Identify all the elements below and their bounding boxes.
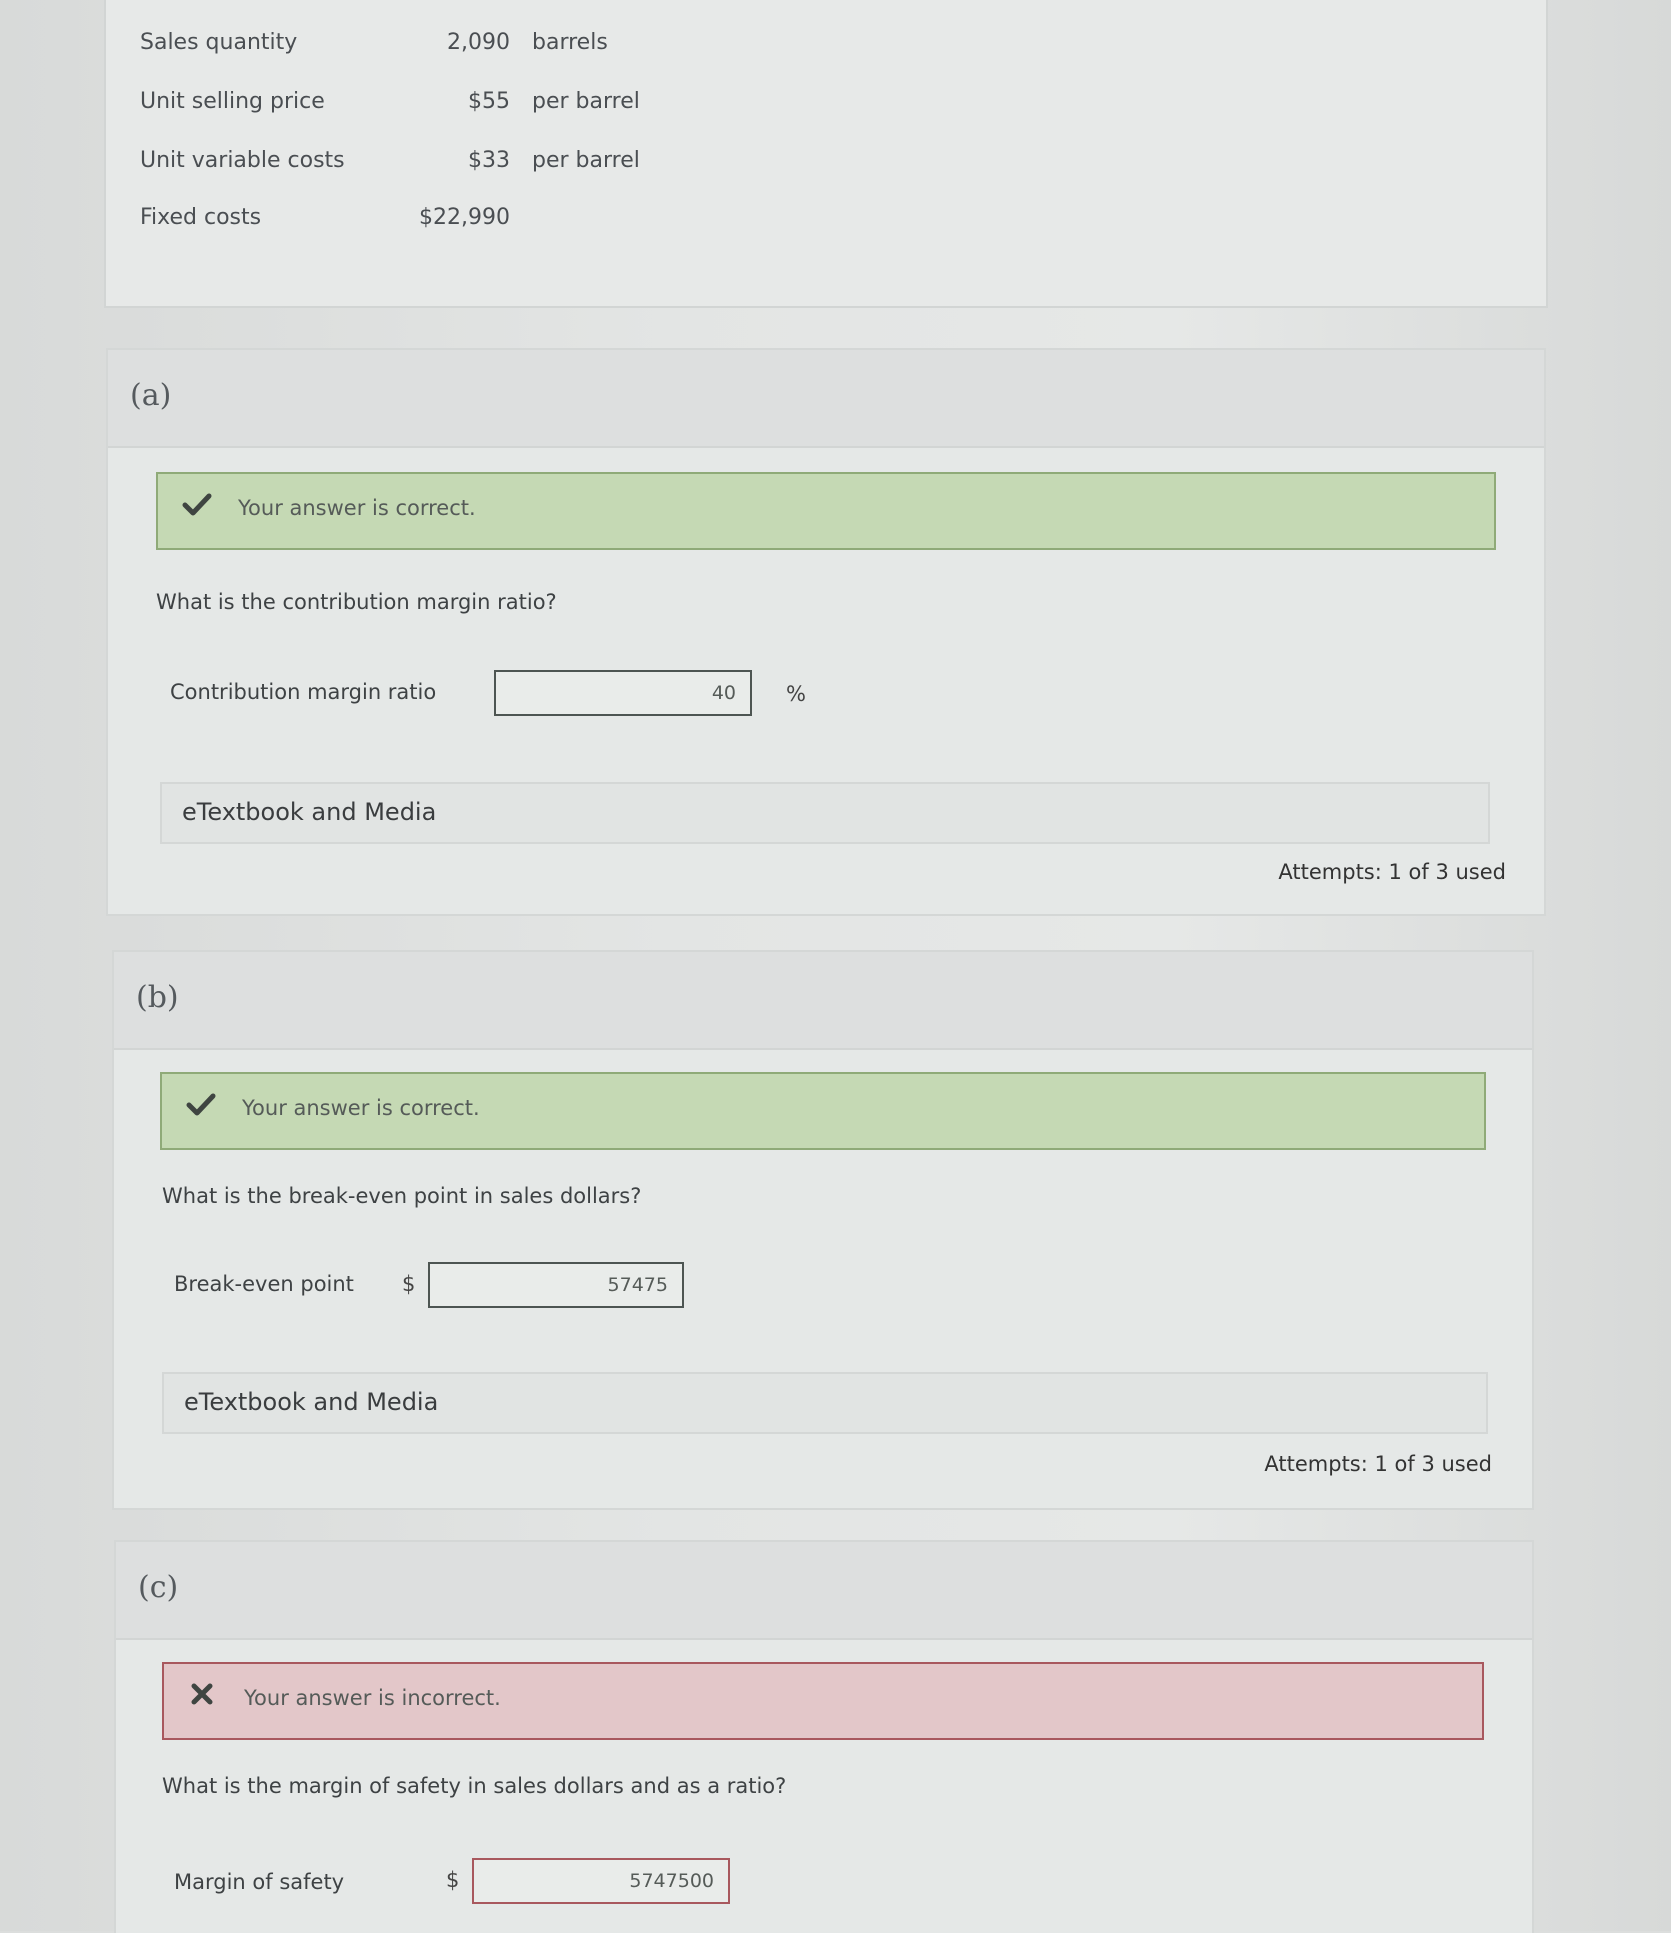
given-value: $33 (468, 148, 510, 173)
given-unit: per barrel (532, 89, 640, 114)
part-a-panel: (a) Your answer is correct. What is the … (106, 348, 1546, 916)
part-b-panel: (b) Your answer is correct. What is the … (112, 950, 1534, 1510)
currency-symbol: $ (446, 1868, 460, 1892)
field-label: Break-even point (174, 1272, 354, 1296)
given-value: $22,990 (419, 205, 510, 230)
field-label: Margin of safety (174, 1870, 345, 1894)
part-b-header: (b) (114, 952, 1532, 1050)
attempts-counter: Attempts: 1 of 3 used (1264, 1452, 1492, 1476)
part-a-header: (a) (108, 350, 1544, 448)
given-label: Fixed costs (140, 205, 262, 230)
field-label: Contribution margin ratio (170, 680, 437, 704)
incorrect-banner: Your answer is incorrect. (162, 1662, 1484, 1740)
etextbook-media-link[interactable]: eTextbook and Media (160, 782, 1490, 844)
banner-text: Your answer is correct. (238, 496, 476, 520)
attempts-counter: Attempts: 1 of 3 used (1278, 860, 1506, 884)
part-c-header: (c) (116, 1542, 1532, 1640)
check-icon (186, 1090, 216, 1120)
etextbook-media-link[interactable]: eTextbook and Media (162, 1372, 1488, 1434)
part-letter: (c) (138, 1570, 179, 1605)
part-c-panel: (c) Your answer is incorrect. What is th… (114, 1540, 1534, 1933)
given-value: $55 (468, 89, 510, 114)
currency-symbol: $ (402, 1272, 416, 1296)
given-value: 2,090 (447, 30, 510, 55)
margin-of-safety-input[interactable]: 5747500 (472, 1858, 730, 1904)
part-letter: (b) (136, 980, 179, 1015)
check-icon (182, 490, 212, 520)
question-text: What is the margin of safety in sales do… (162, 1774, 787, 1798)
x-icon (188, 1680, 218, 1710)
correct-banner: Your answer is correct. (156, 472, 1496, 550)
given-label: Unit selling price (140, 89, 325, 114)
contribution-margin-ratio-input[interactable]: 40 (494, 670, 752, 716)
correct-banner: Your answer is correct. (160, 1072, 1486, 1150)
break-even-point-input[interactable]: 57475 (428, 1262, 684, 1308)
question-text: What is the contribution margin ratio? (156, 590, 557, 614)
part-letter: (a) (130, 378, 172, 413)
given-unit: barrels (532, 30, 608, 55)
question-text: What is the break-even point in sales do… (162, 1184, 642, 1208)
given-data-panel: Sales quantity 2,090 barrels Unit sellin… (104, 0, 1548, 308)
percent-suffix: % (786, 682, 806, 706)
given-label: Unit variable costs (140, 148, 345, 173)
banner-text: Your answer is correct. (242, 1096, 480, 1120)
page: Sales quantity 2,090 barrels Unit sellin… (0, 0, 1671, 1933)
given-unit: per barrel (532, 148, 640, 173)
given-label: Sales quantity (140, 30, 298, 55)
banner-text: Your answer is incorrect. (244, 1686, 501, 1710)
